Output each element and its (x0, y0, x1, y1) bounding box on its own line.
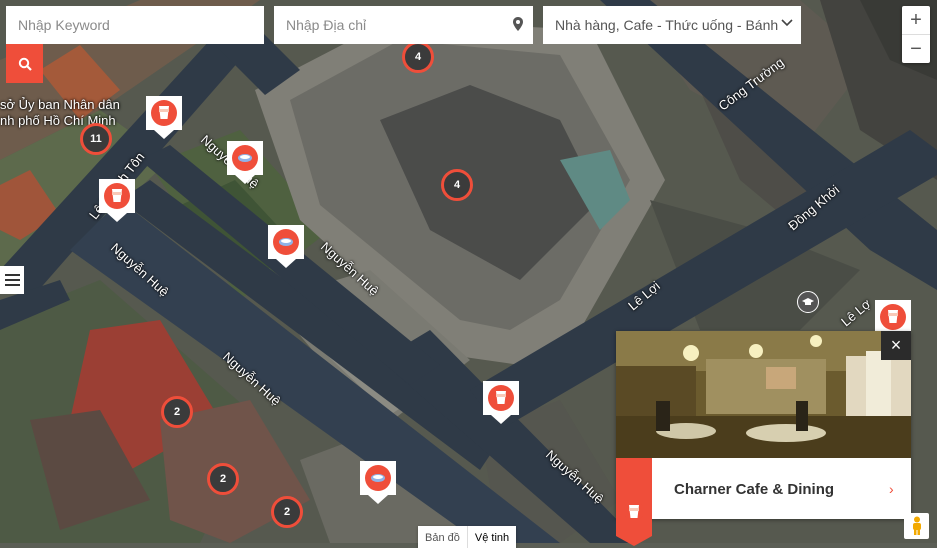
cluster-marker[interactable]: 2 (207, 463, 239, 495)
location-pin-icon (513, 17, 523, 31)
venue-category-flag (616, 458, 652, 546)
venue-pin-drink[interactable] (483, 381, 519, 425)
zoom-in-button[interactable]: + (902, 6, 930, 34)
drink-cup-icon (159, 106, 169, 119)
zoom-out-button[interactable]: − (902, 35, 930, 63)
address-input[interactable] (274, 6, 533, 44)
close-card-button[interactable]: × (881, 331, 911, 360)
map-type-satellite-button[interactable]: Vệ tinh (466, 526, 516, 548)
coffee-cup-icon (238, 154, 252, 162)
search-button[interactable] (6, 44, 43, 83)
drink-cup-icon (496, 391, 506, 404)
coffee-cup-icon (279, 238, 293, 246)
search-icon (18, 57, 32, 71)
venue-pin-coffee[interactable] (360, 461, 396, 505)
venue-name-link[interactable]: Charner Cafe & Dining (674, 481, 834, 498)
chevron-right-icon[interactable]: › (889, 481, 894, 497)
school-icon (797, 291, 819, 313)
map-type-control: Bản đồ Vệ tinh (418, 526, 517, 548)
cluster-marker[interactable]: 4 (402, 41, 434, 73)
venue-photo[interactable] (616, 331, 911, 458)
drink-cup-icon (112, 189, 122, 202)
cluster-marker[interactable]: 11 (80, 123, 112, 155)
category-select[interactable]: Nhà hàng, Cafe - Thức uống - Bánh (543, 6, 801, 44)
venue-pin-drink[interactable] (99, 179, 135, 223)
keyword-field[interactable] (6, 6, 264, 44)
menu-button[interactable] (0, 266, 24, 294)
menu-bar (4, 274, 20, 276)
venue-info-card: × Charner Cafe & Dining › (616, 331, 911, 546)
drink-cup-icon (888, 310, 898, 323)
chevron-down-icon (781, 19, 793, 27)
poi-label-line1: sở Ủy ban Nhân dân (0, 97, 120, 112)
cluster-marker[interactable]: 4 (441, 169, 473, 201)
zoom-control: + − (902, 6, 930, 63)
venue-pin-coffee[interactable] (227, 141, 263, 185)
venue-pin-drink[interactable] (146, 96, 182, 140)
keyword-input[interactable] (6, 6, 264, 44)
cluster-marker[interactable]: 2 (161, 396, 193, 428)
category-value: Nhà hàng, Cafe - Thức uống - Bánh (555, 17, 779, 33)
coffee-cup-icon (371, 474, 385, 482)
street-view-pegman-icon[interactable] (904, 513, 929, 539)
menu-bar (4, 279, 20, 281)
menu-bar (4, 284, 20, 286)
drink-cup-icon (624, 501, 644, 521)
map-type-roadmap-button[interactable]: Bản đồ (418, 526, 467, 548)
cluster-marker[interactable]: 2 (271, 496, 303, 528)
venue-pin-coffee[interactable] (268, 225, 304, 269)
address-field[interactable] (274, 6, 533, 44)
